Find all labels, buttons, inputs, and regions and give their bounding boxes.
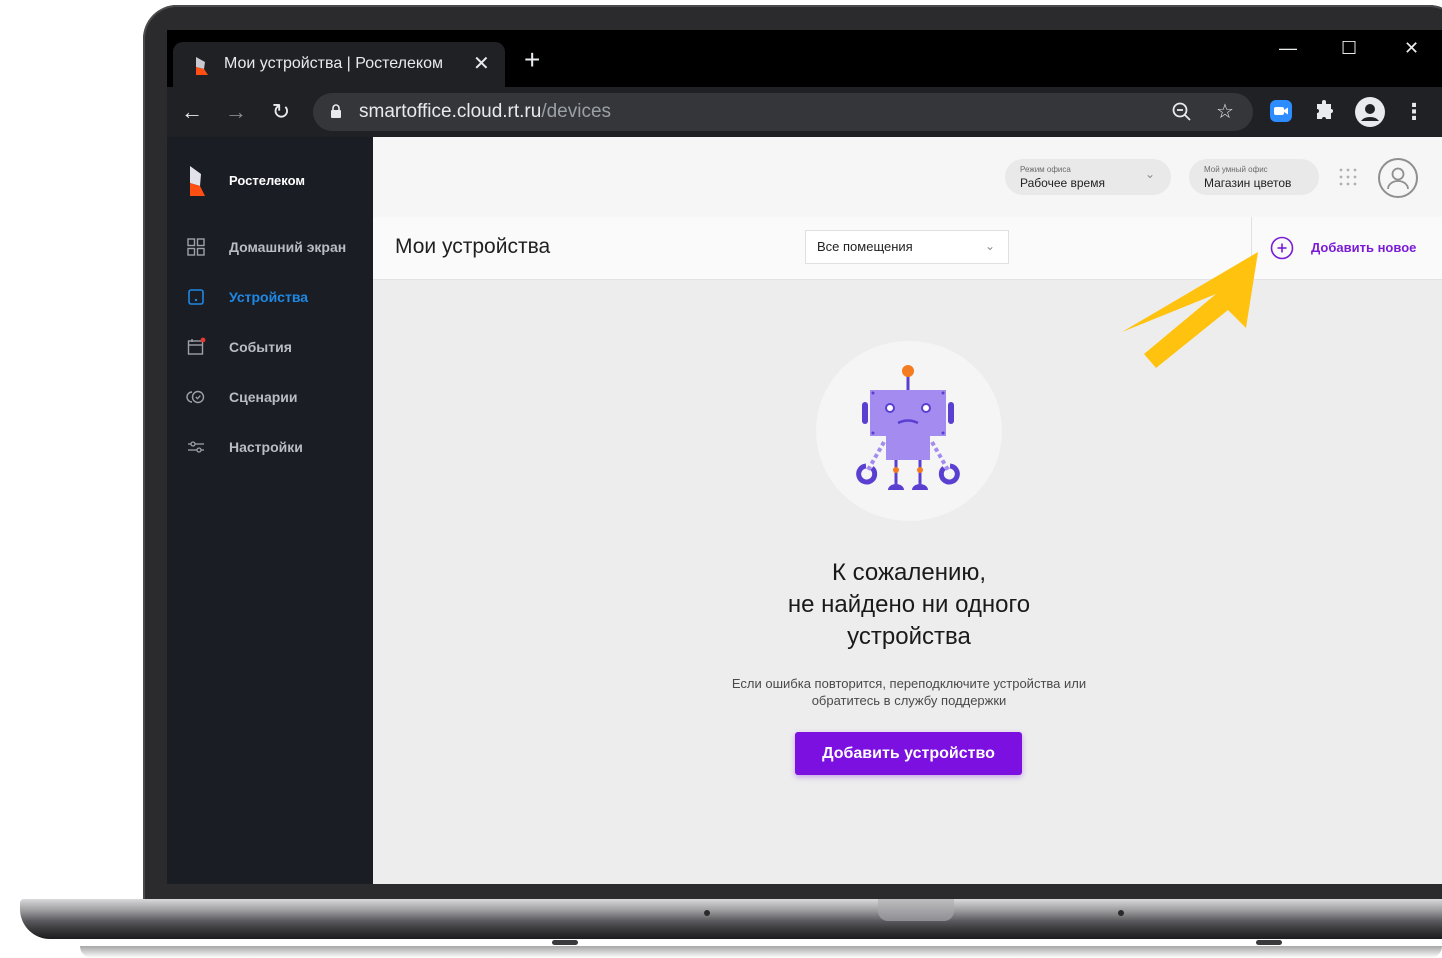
main-content: Режим офиса Рабочее время ⌄ Мой умный оф… (373, 137, 1442, 884)
add-new-label: Добавить новое (1311, 240, 1417, 255)
sidebar-item-events[interactable]: События (167, 332, 373, 362)
sidebar: Ростелеком Домашний экран Устройства Соб… (167, 137, 373, 884)
chevron-down-icon: ⌄ (1144, 167, 1155, 181)
office-mode-caption: Режим офиса (1020, 165, 1071, 174)
sidebar-item-devices[interactable]: Устройства (167, 282, 373, 312)
screen: Мои устройства | Ростелеком ✕ + — ☐ ✕ ← … (167, 30, 1442, 884)
tab-close-icon[interactable]: ✕ (473, 51, 490, 76)
extensions-icon[interactable] (1313, 99, 1337, 123)
room-filter-select[interactable]: Все помещения ⌄ (805, 230, 1009, 264)
user-icon (1387, 167, 1409, 190)
top-bar: Режим офиса Рабочее время ⌄ Мой умный оф… (373, 137, 1442, 218)
empty-hint-line: Если ошибка повторится, переподключите у… (731, 676, 1087, 691)
laptop-base-dot (704, 910, 710, 916)
browser-tab[interactable]: Мои устройства | Ростелеком ✕ (173, 42, 505, 87)
sidebar-item-scenarios[interactable]: Сценарии (167, 382, 373, 412)
brand-name: Ростелеком (229, 173, 305, 188)
my-office-value: Магазин цветов (1204, 176, 1292, 190)
office-mode-select[interactable]: Режим офиса Рабочее время ⌄ (1005, 159, 1171, 195)
office-mode-value: Рабочее время (1020, 176, 1105, 190)
grid-icon (187, 238, 205, 256)
apps-grid-icon[interactable] (1337, 166, 1359, 188)
page-title: Мои устройства (395, 235, 551, 258)
empty-state-hint: Если ошибка повторится, переподключите у… (673, 675, 1145, 709)
sidebar-item-settings[interactable]: Настройки (167, 432, 373, 462)
sliders-icon (188, 441, 204, 453)
browser-tab-bar: Мои устройства | Ростелеком ✕ + — ☐ ✕ (167, 30, 1442, 87)
chevron-down-icon: ⌄ (984, 239, 995, 253)
empty-title-line: устройства (847, 623, 971, 650)
profile-icon[interactable] (1355, 97, 1385, 127)
star-icon[interactable]: ☆ (1213, 100, 1237, 124)
laptop-foot (1256, 940, 1282, 945)
annotation-arrow-icon (1122, 252, 1258, 368)
plus-circle-icon (1270, 236, 1294, 260)
laptop-shadow (80, 946, 1442, 958)
laptop-base (20, 899, 1442, 939)
browser-toolbar: ← → ↻ smartoffice.cloud.rt.ru/devices ☆ (167, 87, 1442, 137)
tab-title: Мои устройства | Ростелеком (224, 55, 443, 72)
device-icon (188, 289, 204, 305)
page-header: Мои устройства Все помещения ⌄ Добавить … (373, 217, 1442, 280)
reload-icon[interactable]: ↻ (266, 97, 296, 127)
scenario-icon (186, 390, 205, 404)
empty-hint-line: обратитесь в службу поддержки (811, 693, 1007, 708)
maximize-button[interactable]: ☐ (1341, 38, 1357, 59)
rostelecom-favicon-icon (196, 57, 208, 75)
robot-illustration (856, 365, 960, 490)
sidebar-item-label: События (229, 339, 292, 355)
laptop-foot (552, 940, 578, 945)
empty-state-title: К сожалению, не найдено ни одного устрой… (703, 557, 1115, 653)
url-text: smartoffice.cloud.rt.ru/devices (359, 101, 612, 122)
room-filter-value: Все помещения (817, 239, 913, 254)
zoom-meetings-icon[interactable] (1269, 99, 1293, 123)
close-window-button[interactable]: ✕ (1404, 38, 1419, 59)
laptop-base-dot (1118, 910, 1124, 916)
sidebar-item-label: Устройства (229, 289, 309, 305)
sidebar-item-label: Домашний экран (229, 239, 347, 255)
calendar-icon (187, 337, 206, 355)
my-office-caption: Мой умный офис (1204, 165, 1268, 174)
sidebar-item-label: Сценарии (229, 389, 298, 405)
forward-icon[interactable]: → (221, 97, 251, 127)
new-tab-button[interactable]: + (524, 46, 540, 74)
empty-title-line: К сожалению, (831, 559, 987, 586)
address-bar[interactable]: smartoffice.cloud.rt.ru/devices ☆ (313, 93, 1253, 131)
user-avatar[interactable] (1378, 158, 1418, 198)
menu-icon[interactable]: ⋮ (1399, 97, 1429, 127)
lock-icon (331, 104, 341, 118)
rostelecom-logo (190, 166, 205, 196)
sidebar-item-label: Настройки (229, 439, 303, 455)
my-office-select[interactable]: Мой умный офис Магазин цветов (1189, 159, 1319, 195)
sidebar-item-home[interactable]: Домашний экран (167, 232, 373, 262)
back-icon[interactable]: ← (177, 97, 207, 127)
zoom-icon[interactable] (1170, 100, 1194, 124)
laptop-notch (878, 899, 954, 921)
minimize-button[interactable]: — (1279, 38, 1297, 59)
empty-title-line: не найдено ни одного (787, 591, 1031, 618)
add-device-button[interactable]: Добавить устройство (795, 732, 1022, 775)
